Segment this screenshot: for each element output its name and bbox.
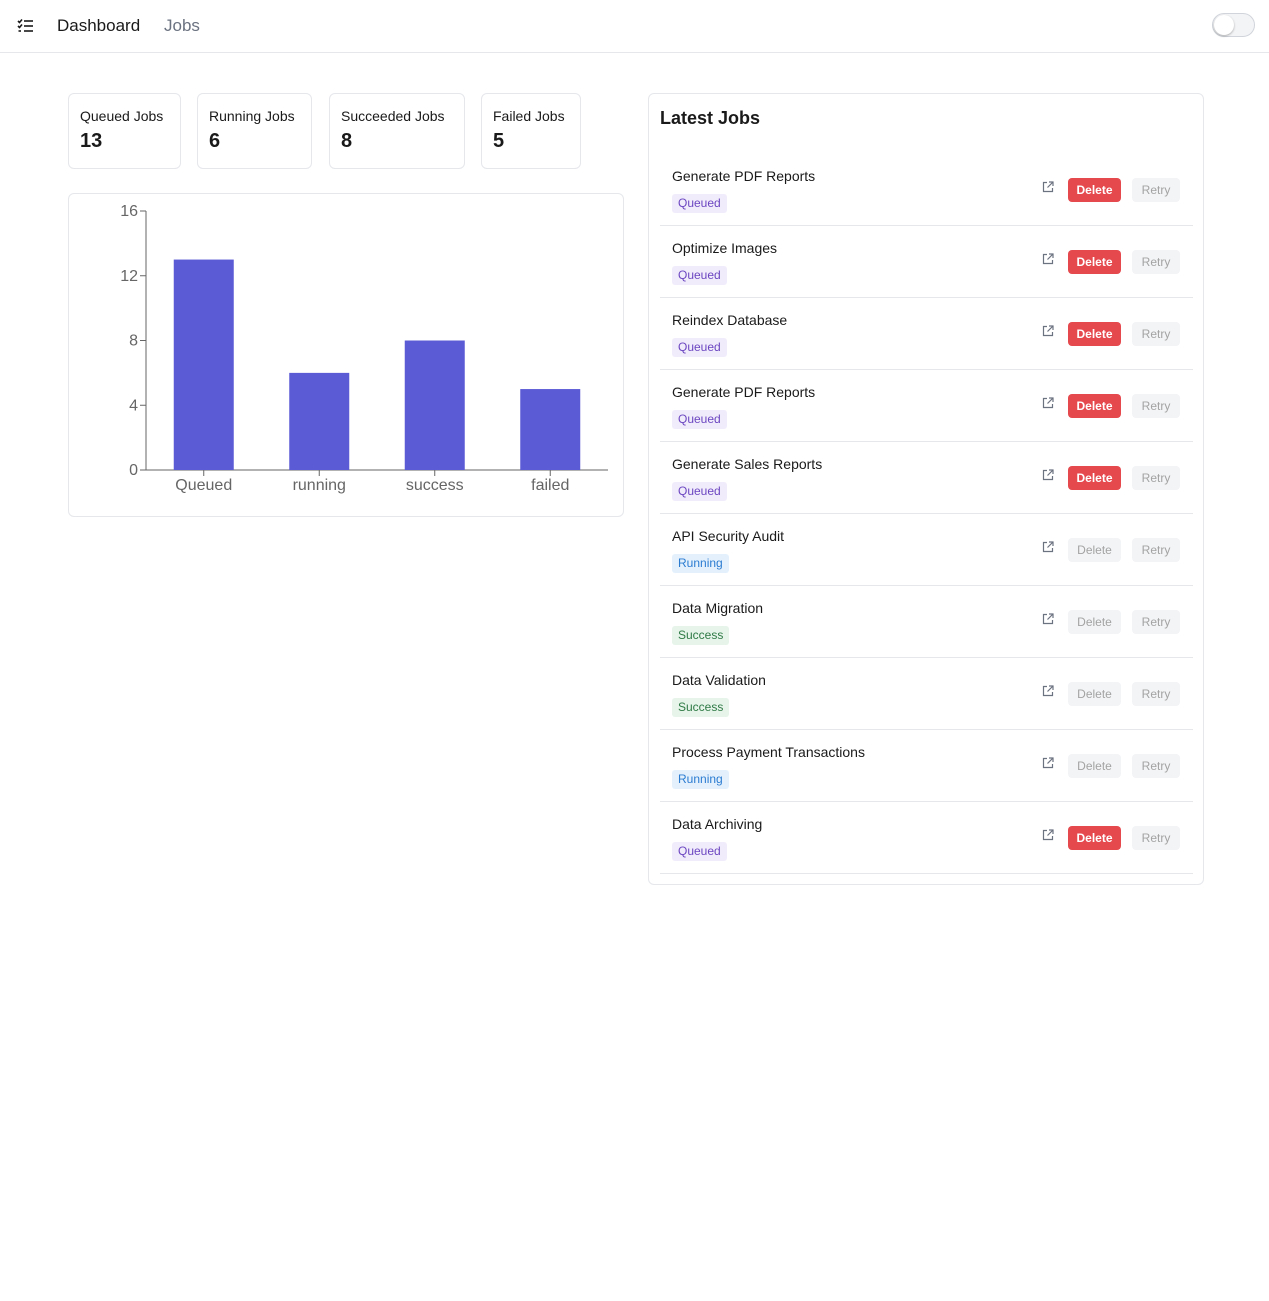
delete-button[interactable]: Delete	[1068, 610, 1121, 634]
y-tick-label: 4	[129, 397, 138, 414]
delete-button[interactable]: Delete	[1068, 178, 1121, 202]
y-tick-label: 12	[120, 268, 138, 285]
external-link-icon[interactable]	[1041, 828, 1055, 842]
job-list: Generate PDF Reports Queued Delete Retry Opt…	[660, 154, 1193, 874]
status-badge: Success	[672, 626, 730, 645]
retry-button[interactable]: Retry	[1132, 322, 1180, 346]
retry-button[interactable]: Retry	[1132, 466, 1180, 490]
delete-button[interactable]: Delete	[1068, 826, 1121, 850]
x-tick-label: running	[293, 477, 346, 494]
stat-card-succeeded: Succeeded Jobs 8	[329, 93, 465, 169]
job-row: Generate PDF Reports Queued Delete Retry	[660, 154, 1193, 226]
status-badge: Queued	[672, 266, 727, 285]
bar-success	[404, 340, 465, 470]
job-name: Reindex Database	[672, 312, 788, 328]
delete-button[interactable]: Delete	[1068, 466, 1121, 490]
status-badge: Running	[672, 554, 729, 573]
status-badge: Queued	[672, 338, 727, 357]
job-name: Generate PDF Reports	[672, 168, 816, 184]
stat-label: Running Jobs	[209, 108, 295, 124]
stat-value: 5	[493, 130, 505, 152]
job-name: API Security Audit	[672, 528, 785, 544]
stat-label: Failed Jobs	[493, 108, 565, 124]
status-badge: Running	[672, 770, 729, 789]
job-row: API Security Audit Running Delete Retry	[660, 514, 1193, 586]
status-badge: Queued	[672, 410, 727, 429]
job-row: Generate Sales Reports Queued Delete Retry	[660, 442, 1193, 514]
job-name: Generate Sales Reports	[672, 456, 823, 472]
latest-jobs-panel: Latest Jobs Generate PDF Reports Queued De…	[648, 93, 1204, 885]
stat-card-running: Running Jobs 6	[197, 93, 312, 169]
y-tick-label: 0	[129, 462, 138, 479]
stat-label: Queued Jobs	[80, 108, 164, 124]
retry-button[interactable]: Retry	[1132, 538, 1180, 562]
stat-value: 6	[209, 130, 221, 152]
delete-button[interactable]: Delete	[1068, 250, 1121, 274]
stat-card-failed: Failed Jobs 5	[481, 93, 581, 169]
job-name: Data Migration	[672, 600, 764, 616]
external-link-icon[interactable]	[1041, 756, 1055, 770]
x-tick-label: Queued	[175, 477, 232, 494]
job-name: Process Payment Transactions	[672, 744, 865, 760]
delete-button[interactable]: Delete	[1068, 754, 1121, 778]
delete-button[interactable]: Delete	[1068, 322, 1121, 346]
external-link-icon[interactable]	[1041, 180, 1055, 194]
retry-button[interactable]: Retry	[1132, 682, 1180, 706]
stat-value: 13	[80, 130, 103, 152]
latest-jobs-title: Latest Jobs	[660, 108, 761, 128]
retry-button[interactable]: Retry	[1132, 250, 1180, 274]
job-row: Process Payment Transactions Running Delet…	[660, 730, 1193, 802]
bar-failed	[520, 389, 581, 470]
external-link-icon[interactable]	[1041, 540, 1055, 554]
nav-link-dashboard[interactable]: Dashboard	[57, 16, 140, 36]
external-link-icon[interactable]	[1041, 612, 1055, 626]
status-badge: Success	[672, 698, 730, 717]
top-navigation-bar: Dashboard Jobs	[0, 0, 1269, 53]
external-link-icon[interactable]	[1041, 324, 1055, 338]
job-status-bar-chart: 0 4 8 12 16 Queued running success failed	[120, 203, 608, 494]
job-row: Data Migration Success Delete Retry	[660, 586, 1193, 658]
status-badge: Queued	[672, 482, 727, 501]
job-row: Reindex Database Queued Delete Retry	[660, 298, 1193, 370]
external-link-icon[interactable]	[1041, 468, 1055, 482]
job-name: Optimize Images	[672, 240, 778, 256]
retry-button[interactable]: Retry	[1132, 754, 1180, 778]
y-tick-label: 8	[129, 333, 138, 350]
x-tick-label: success	[406, 477, 464, 494]
stat-value: 8	[341, 130, 353, 152]
theme-toggle[interactable]	[1212, 13, 1255, 37]
retry-button[interactable]: Retry	[1132, 826, 1180, 850]
delete-button[interactable]: Delete	[1068, 538, 1121, 562]
job-status-chart-card: 0 4 8 12 16 Queued running success failed	[68, 193, 624, 517]
checklist-menu-icon[interactable]	[16, 16, 36, 36]
stat-label: Succeeded Jobs	[341, 108, 445, 124]
status-badge: Queued	[672, 194, 727, 213]
y-tick-label: 16	[120, 203, 138, 220]
delete-button[interactable]: Delete	[1068, 394, 1121, 418]
retry-button[interactable]: Retry	[1132, 178, 1180, 202]
job-name: Data Validation	[672, 672, 766, 688]
job-name: Data Archiving	[672, 816, 763, 832]
delete-button[interactable]: Delete	[1068, 682, 1121, 706]
bar-running	[289, 372, 350, 470]
job-row: Optimize Images Queued Delete Retry	[660, 226, 1193, 298]
x-tick-label: failed	[531, 477, 569, 494]
external-link-icon[interactable]	[1041, 252, 1055, 266]
job-name: Generate PDF Reports	[672, 384, 816, 400]
status-badge: Queued	[672, 842, 727, 861]
job-row: Data Validation Success Delete Retry	[660, 658, 1193, 730]
toggle-knob	[1214, 15, 1234, 35]
job-row: Generate PDF Reports Queued Delete Retry	[660, 370, 1193, 442]
external-link-icon[interactable]	[1041, 396, 1055, 410]
external-link-icon[interactable]	[1041, 684, 1055, 698]
job-row: Data Archiving Queued Delete Retry	[660, 802, 1193, 874]
stat-card-queued: Queued Jobs 13	[68, 93, 181, 169]
retry-button[interactable]: Retry	[1132, 394, 1180, 418]
retry-button[interactable]: Retry	[1132, 610, 1180, 634]
bar-queued	[173, 259, 234, 470]
nav-link-jobs[interactable]: Jobs	[164, 16, 200, 36]
